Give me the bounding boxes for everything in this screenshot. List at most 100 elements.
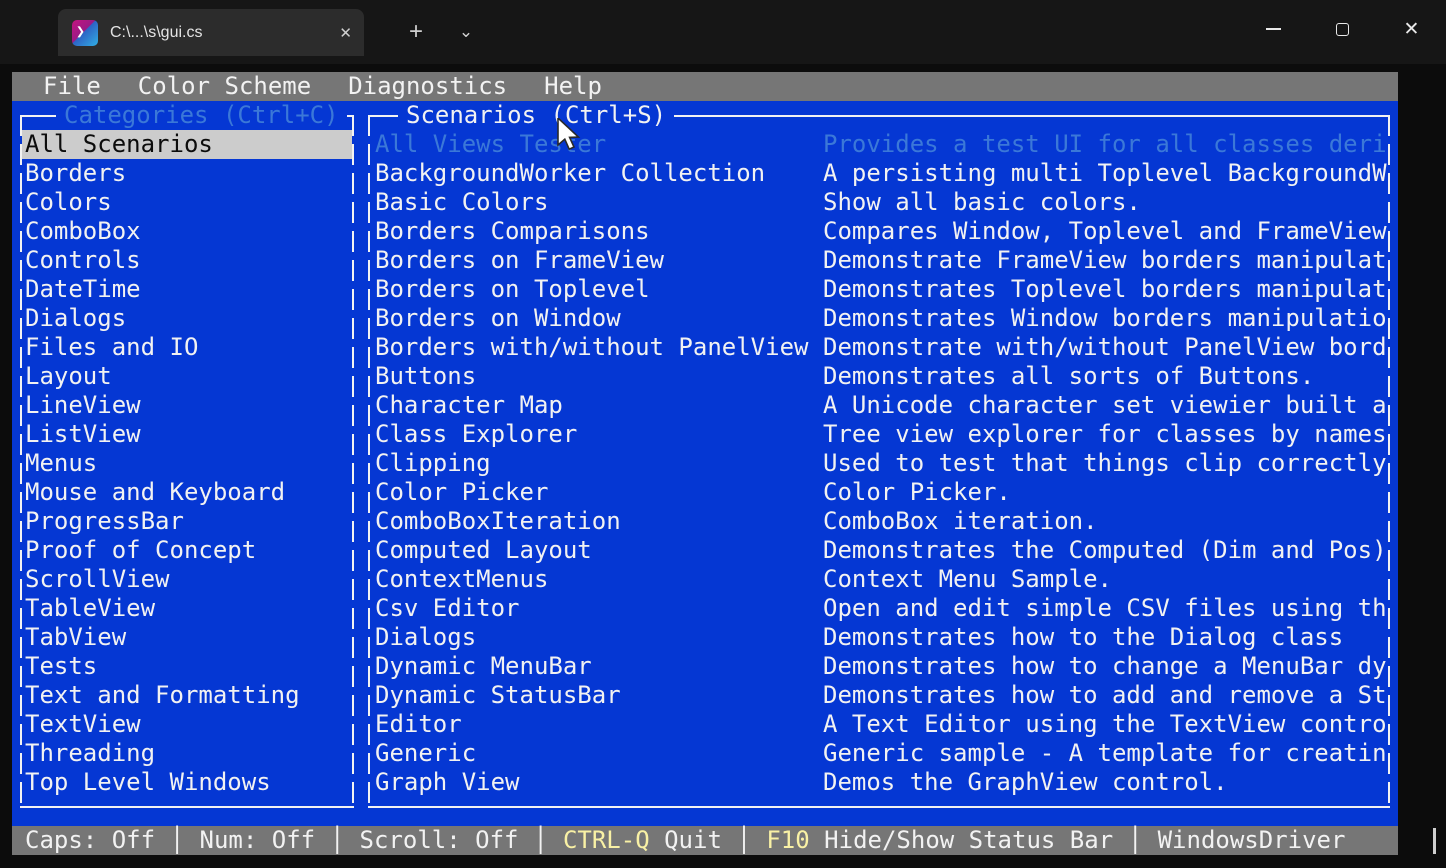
- category-list-item[interactable]: Controls: [22, 246, 352, 275]
- scrollbar-thumb[interactable]: [1433, 828, 1436, 854]
- scenario-name: Borders Comparisons: [375, 217, 823, 246]
- scenario-description: Demonstrates how to add and remove a St: [823, 681, 1388, 710]
- category-list-item[interactable]: ComboBox: [22, 217, 352, 246]
- scenario-name: Editor: [375, 710, 823, 739]
- terminal-tab[interactable]: C:\...\s\gui.cs ✕: [58, 9, 364, 56]
- status-separator: │: [722, 826, 766, 855]
- scenario-name: Csv Editor: [375, 594, 823, 623]
- category-list-item[interactable]: All Scenarios: [22, 130, 352, 159]
- scenario-row[interactable]: Character Map A Unicode character set vi…: [370, 391, 1388, 420]
- category-list-item[interactable]: Text and Formatting: [22, 681, 352, 710]
- scenario-description: ComboBox iteration.: [823, 507, 1388, 536]
- scenario-description: Demonstrates how to change a MenuBar dy: [823, 652, 1388, 681]
- minimize-button[interactable]: [1239, 0, 1308, 58]
- category-list-item[interactable]: Dialogs: [22, 304, 352, 333]
- scenario-row[interactable]: Graph View Demos the GraphView control.: [370, 768, 1388, 797]
- scenario-row[interactable]: Borders with/without PanelView Demonstra…: [370, 333, 1388, 362]
- scenario-description: Demonstrates how to the Dialog class: [823, 623, 1388, 652]
- terminal-app-icon: [72, 20, 98, 46]
- scenarios-list: All Views Tester Provides a test UI for …: [370, 130, 1388, 797]
- scenario-row[interactable]: Basic Colors Show all basic colors.: [370, 188, 1388, 217]
- mouse-cursor-icon: [556, 118, 582, 152]
- scenario-row[interactable]: Csv Editor Open and edit simple CSV file…: [370, 594, 1388, 623]
- scenario-row[interactable]: Borders on Window Demonstrates Window bo…: [370, 304, 1388, 333]
- menu-item-help[interactable]: Help: [544, 72, 602, 101]
- scenario-row[interactable]: Editor A Text Editor using the TextView …: [370, 710, 1388, 739]
- scenario-name: Generic: [375, 739, 823, 768]
- category-list-item[interactable]: TextView: [22, 710, 352, 739]
- menu-item-file[interactable]: File: [43, 72, 101, 101]
- scenario-name: Dynamic MenuBar: [375, 652, 823, 681]
- scenario-description: Demonstrates the Computed (Dim and Pos): [823, 536, 1388, 565]
- category-list-item[interactable]: Proof of Concept: [22, 536, 352, 565]
- category-list-item[interactable]: Borders: [22, 159, 352, 188]
- scenario-name: ContextMenus: [375, 565, 823, 594]
- category-list-item[interactable]: TabView: [22, 623, 352, 652]
- close-button[interactable]: ✕: [1377, 0, 1446, 58]
- scenario-row[interactable]: ContextMenus Context Menu Sample.: [370, 565, 1388, 594]
- scenario-row[interactable]: Borders on Toplevel Demonstrates Topleve…: [370, 275, 1388, 304]
- categories-panel-title: Categories (Ctrl+C): [56, 101, 347, 130]
- category-list-item[interactable]: TableView: [22, 594, 352, 623]
- menu-item-color-scheme[interactable]: Color Scheme: [138, 72, 311, 101]
- category-list-item[interactable]: ListView: [22, 420, 352, 449]
- category-list-item[interactable]: Threading: [22, 739, 352, 768]
- tab-close-icon[interactable]: ✕: [339, 24, 352, 42]
- category-list-item[interactable]: Menus: [22, 449, 352, 478]
- scenario-description: Provides a test UI for all classes deri: [823, 130, 1388, 159]
- status-item-hide-show-status-bar[interactable]: F10 Hide/Show Status Bar: [766, 826, 1113, 855]
- scenario-name: Buttons: [375, 362, 823, 391]
- scenario-name: BackgroundWorker Collection: [375, 159, 823, 188]
- scenario-description: Generic sample - A template for creatin: [823, 739, 1388, 768]
- category-list-item[interactable]: DateTime: [22, 275, 352, 304]
- categories-frame-border-right: [352, 115, 354, 808]
- scenario-row[interactable]: Dynamic MenuBar Demonstrates how to chan…: [370, 652, 1388, 681]
- minimize-icon: [1266, 28, 1281, 30]
- scenario-name: Clipping: [375, 449, 823, 478]
- new-tab-button[interactable]: +: [398, 14, 434, 50]
- scenario-row[interactable]: Generic Generic sample - A template for …: [370, 739, 1388, 768]
- category-list-item[interactable]: Layout: [22, 362, 352, 391]
- category-list-item[interactable]: Mouse and Keyboard: [22, 478, 352, 507]
- category-list-item[interactable]: Tests: [22, 652, 352, 681]
- scenario-description: Demonstrates Window borders manipulatio: [823, 304, 1388, 333]
- category-list-item[interactable]: Files and IO: [22, 333, 352, 362]
- scenario-description: Demonstrates all sorts of Buttons.: [823, 362, 1388, 391]
- status-separator: │: [1113, 826, 1157, 855]
- categories-list: All ScenariosBordersColorsComboBoxContro…: [22, 130, 352, 797]
- category-list-item[interactable]: Top Level Windows: [22, 768, 352, 797]
- scenario-description: Open and edit simple CSV files using th: [823, 594, 1388, 623]
- status-item-quit[interactable]: CTRL-Q Quit: [563, 826, 722, 855]
- status-item-num-off: Num: Off: [200, 826, 316, 855]
- status-item-scroll-off: Scroll: Off: [360, 826, 519, 855]
- categories-frame-border-bottom: [20, 806, 354, 808]
- tab-dropdown-chevron-icon[interactable]: ⌄: [448, 14, 484, 50]
- maximize-button[interactable]: [1308, 0, 1377, 58]
- status-bar: Caps: Off│Num: Off│Scroll: Off│CTRL-Q Qu…: [12, 826, 1398, 855]
- scenario-row[interactable]: Color Picker Color Picker.: [370, 478, 1388, 507]
- status-item-windowsdriver: WindowsDriver: [1158, 826, 1346, 855]
- scenario-description: A persisting multi Toplevel BackgroundW: [823, 159, 1388, 188]
- scenario-row[interactable]: Borders Comparisons Compares Window, Top…: [370, 217, 1388, 246]
- scenario-row[interactable]: All Views Tester Provides a test UI for …: [370, 130, 1388, 159]
- scenario-row[interactable]: Dynamic StatusBar Demonstrates how to ad…: [370, 681, 1388, 710]
- scenario-row[interactable]: Clipping Used to test that things clip c…: [370, 449, 1388, 478]
- category-list-item[interactable]: LineView: [22, 391, 352, 420]
- terminal-content: File Color Scheme Diagnostics Help Categori…: [12, 72, 1398, 855]
- scenario-row[interactable]: Borders on FrameView Demonstrate FrameVi…: [370, 246, 1388, 275]
- category-list-item[interactable]: ProgressBar: [22, 507, 352, 536]
- scenario-row[interactable]: ComboBoxIteration ComboBox iteration.: [370, 507, 1388, 536]
- category-list-item[interactable]: Colors: [22, 188, 352, 217]
- scenario-name: Class Explorer: [375, 420, 823, 449]
- category-list-item[interactable]: ScrollView: [22, 565, 352, 594]
- status-hotkey: CTRL-Q: [563, 826, 650, 854]
- scenario-row[interactable]: Class Explorer Tree view explorer for cl…: [370, 420, 1388, 449]
- menu-item-diagnostics[interactable]: Diagnostics: [348, 72, 507, 101]
- scenario-row[interactable]: Dialogs Demonstrates how to the Dialog c…: [370, 623, 1388, 652]
- scenario-description: Demos the GraphView control.: [823, 768, 1388, 797]
- scenario-description: Demonstrates Toplevel borders manipulat: [823, 275, 1388, 304]
- scenario-name: Borders on Window: [375, 304, 823, 333]
- scenario-row[interactable]: Buttons Demonstrates all sorts of Button…: [370, 362, 1388, 391]
- scenario-row[interactable]: Computed Layout Demonstrates the Compute…: [370, 536, 1388, 565]
- scenario-row[interactable]: BackgroundWorker Collection A persisting…: [370, 159, 1388, 188]
